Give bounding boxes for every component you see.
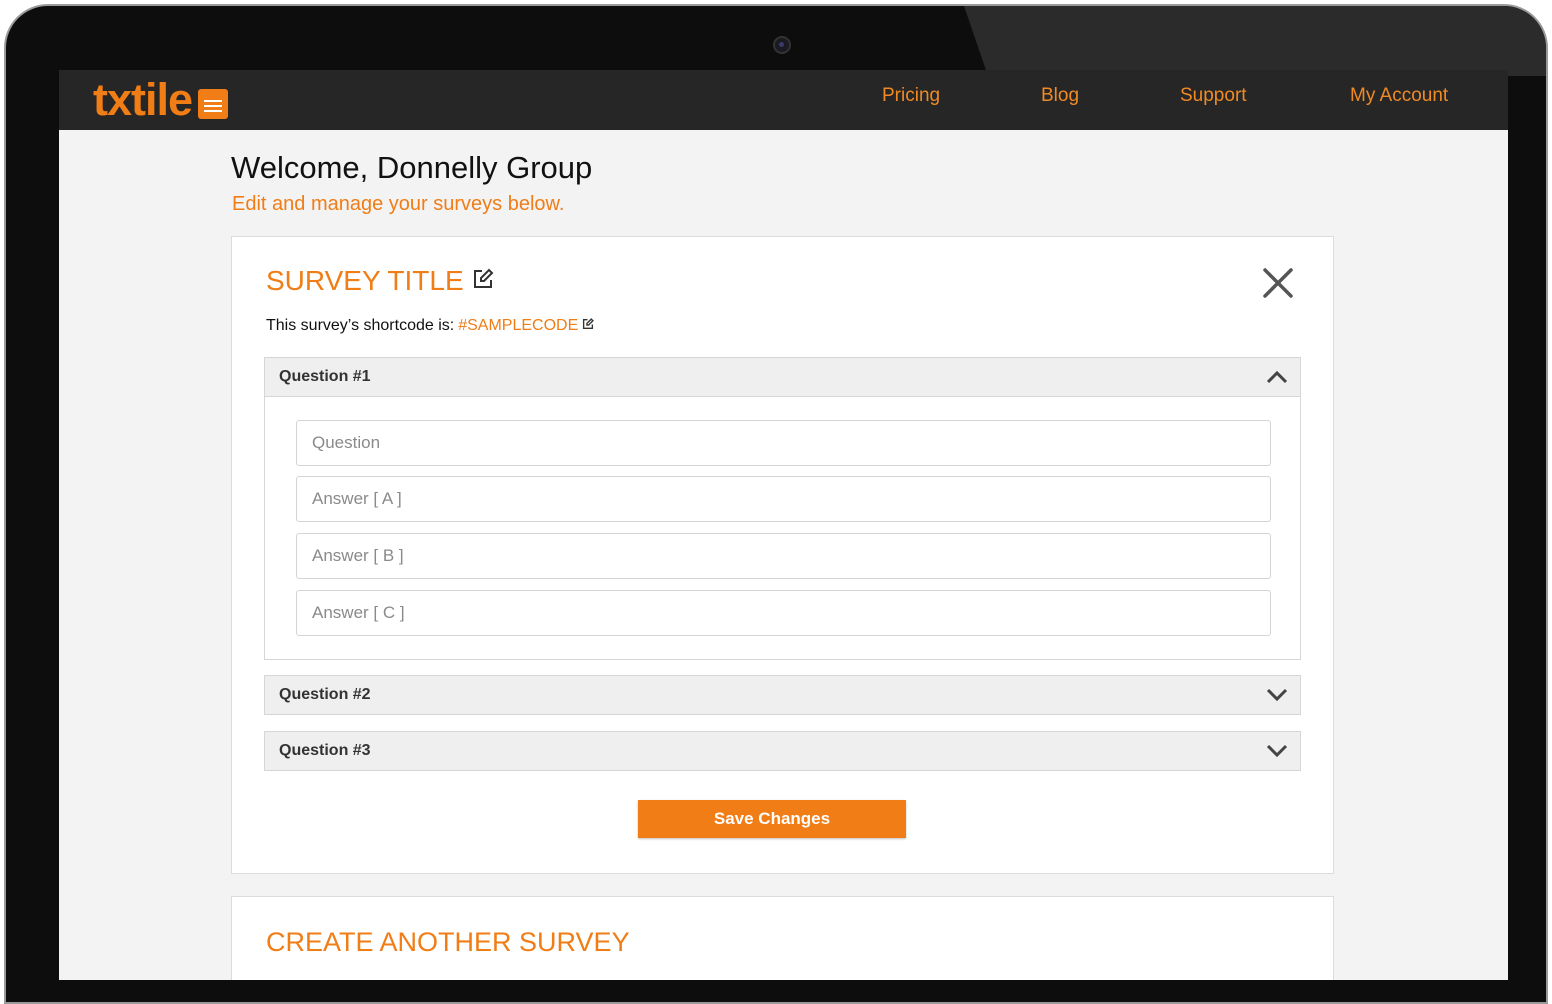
question-label-3: Question #3 <box>279 742 371 759</box>
welcome-heading: Welcome, Donnelly Group <box>231 150 593 185</box>
create-survey-card: CREATE ANOTHER SURVEY <box>231 896 1334 980</box>
edit-icon[interactable] <box>472 265 494 297</box>
message-icon <box>198 89 229 119</box>
nav-my-account[interactable]: My Account <box>1350 85 1448 107</box>
question-header-3[interactable]: Question #3 <box>264 731 1301 771</box>
logo[interactable]: txtile <box>93 74 229 125</box>
chevron-down-icon[interactable] <box>1266 743 1288 764</box>
shortcode-row: This survey’s shortcode is: #SAMPLECODE <box>266 317 595 335</box>
question-panel-3: Question #3 <box>264 731 1301 771</box>
question-label-2: Question #2 <box>279 686 371 703</box>
answer-b-input[interactable] <box>296 533 1271 579</box>
webcam <box>773 36 791 54</box>
question-label-1: Question #1 <box>279 368 371 385</box>
survey-title[interactable]: SURVEY TITLE <box>266 265 464 297</box>
welcome-subtitle: Edit and manage your surveys below. <box>232 193 565 215</box>
question-panel-2: Question #2 <box>264 675 1301 715</box>
question-header-2[interactable]: Question #2 <box>264 675 1301 715</box>
edit-shortcode-icon[interactable] <box>582 317 595 335</box>
shortcode-label: This survey’s shortcode is: <box>266 317 455 334</box>
chevron-up-icon[interactable] <box>1266 369 1288 390</box>
nav-blog[interactable]: Blog <box>1041 85 1079 107</box>
chevron-down-icon[interactable] <box>1266 687 1288 708</box>
question-body-1 <box>264 397 1301 660</box>
logo-text: txtile <box>93 74 193 125</box>
question-input[interactable] <box>296 420 1271 466</box>
browser-screen: txtile Pricing Blog Support My Account W… <box>59 70 1508 980</box>
question-panel-1: Question #1 <box>264 357 1301 660</box>
survey-title-row: SURVEY TITLE <box>266 265 494 297</box>
answer-a-input[interactable] <box>296 476 1271 522</box>
bezel-glare <box>964 6 1546 76</box>
save-changes-button[interactable]: Save Changes <box>638 800 906 838</box>
close-icon[interactable] <box>1262 267 1294 299</box>
top-nav-bar: txtile Pricing Blog Support My Account <box>59 70 1508 130</box>
nav-pricing[interactable]: Pricing <box>882 85 940 107</box>
question-header-1[interactable]: Question #1 <box>264 357 1301 397</box>
laptop-bezel: txtile Pricing Blog Support My Account W… <box>4 4 1548 1004</box>
create-survey-heading[interactable]: CREATE ANOTHER SURVEY <box>266 927 630 958</box>
answer-c-input[interactable] <box>296 590 1271 636</box>
nav-support[interactable]: Support <box>1180 85 1247 107</box>
shortcode-value[interactable]: #SAMPLECODE <box>458 317 578 335</box>
survey-card: SURVEY TITLE This survey’s shortcode is:… <box>231 236 1334 874</box>
